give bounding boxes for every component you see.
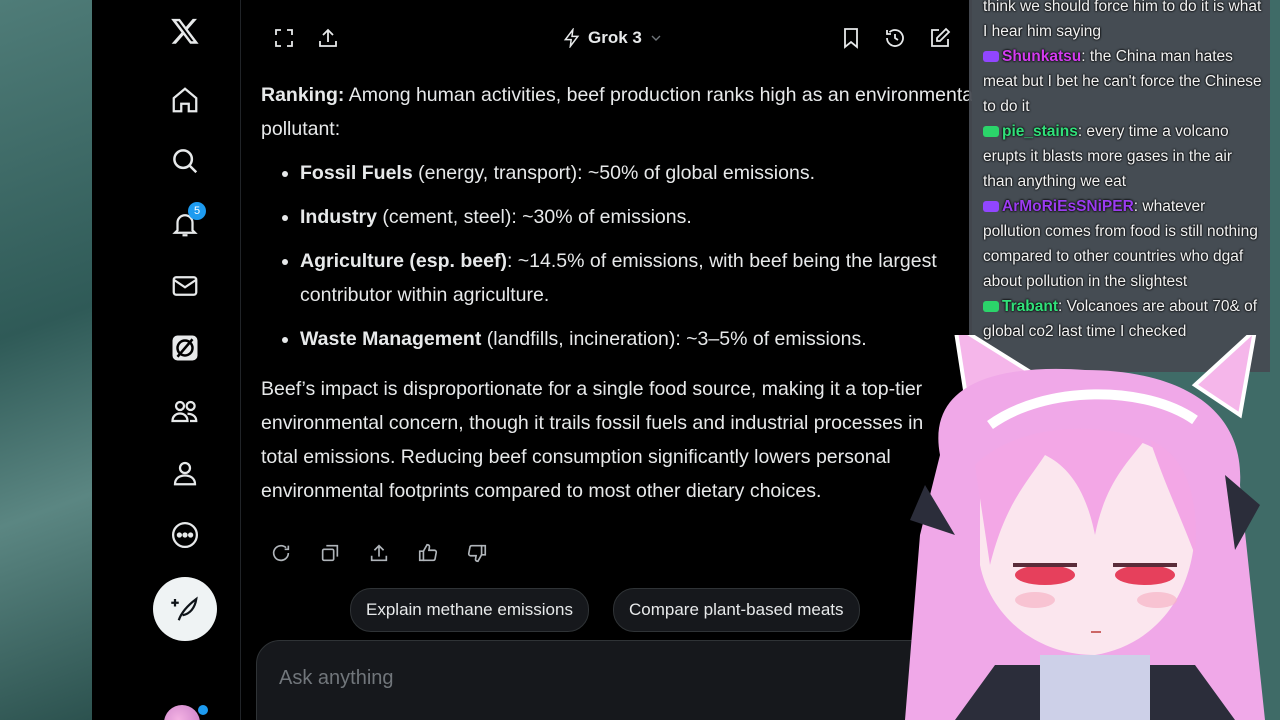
item-text: (cement, steel): ~30% of emissions. — [376, 206, 692, 228]
prompt-box — [256, 640, 958, 720]
new-chat-edit-icon[interactable] — [926, 24, 954, 52]
emissions-list: Fossil Fuels (energy, transport): ~50% o… — [261, 156, 972, 356]
avatar-status-dot — [198, 705, 208, 715]
ask-anything-input[interactable] — [277, 661, 881, 695]
item-label: Waste Management — [300, 328, 482, 350]
chat-username: ArMoRiEsSNiPER — [1002, 198, 1134, 215]
x-grok-app-window: 5 Grok 3 Ranking: Among human activities… — [92, 0, 972, 720]
notification-count-badge: 5 — [188, 202, 206, 220]
chat-username: pie_stains — [1002, 123, 1078, 140]
x-logo-icon[interactable] — [165, 11, 205, 51]
stream-chat-overlay: think we should force him to do it is wh… — [969, 0, 1270, 372]
item-label: Agriculture (esp. beef) — [300, 250, 507, 272]
chat-username: Trabant — [1002, 298, 1058, 315]
suggestion-chip[interactable]: Explain methane emissions — [350, 588, 589, 632]
model-name: Grok 3 — [588, 28, 642, 47]
home-icon[interactable] — [165, 80, 205, 120]
lightning-bolt-icon — [563, 28, 580, 48]
bookmark-icon[interactable] — [837, 24, 865, 52]
regenerate-icon[interactable] — [269, 541, 293, 565]
wallpaper-background — [0, 0, 92, 720]
chat-username: Shunkatsu — [1002, 48, 1082, 65]
chevron-down-icon — [651, 35, 661, 41]
thumbs-down-icon[interactable] — [465, 541, 489, 565]
feather-plus-icon — [171, 596, 198, 621]
item-label: Industry — [300, 206, 377, 228]
summary-paragraph: Beef’s impact is disproportionate for a … — [261, 378, 924, 502]
platform-icon — [983, 126, 999, 138]
share-icon[interactable] — [367, 541, 391, 565]
ranking-intro: Ranking: Among human activities, beef pr… — [261, 78, 972, 146]
compose-post-button[interactable] — [153, 577, 217, 641]
list-item: Industry (cement, steel): ~30% of emissi… — [300, 200, 972, 234]
platform-icon — [983, 51, 999, 63]
expand-icon[interactable] — [270, 24, 298, 52]
list-item: Fossil Fuels (energy, transport): ~50% o… — [300, 156, 972, 190]
item-text: (landfills, incineration): ~3–5% of emis… — [481, 328, 867, 350]
item-label: Fossil Fuels — [300, 162, 413, 184]
share-upload-icon[interactable] — [314, 24, 342, 52]
list-item: Waste Management (landfills, incineratio… — [300, 322, 972, 356]
chat-message-text: think we should force him to do it is wh… — [983, 0, 1262, 40]
item-text: (energy, transport): ~50% of global emis… — [412, 162, 815, 184]
left-sidebar: 5 — [92, 0, 241, 720]
grok-top-bar: Grok 3 — [240, 0, 972, 74]
model-selector[interactable]: Grok 3 — [562, 25, 664, 51]
more-options-icon[interactable] — [165, 515, 205, 555]
response-actions — [269, 541, 489, 565]
chat-message: Shunkatsu: the China man hates meat but … — [983, 44, 1263, 119]
stream-chat-messages: think we should force him to do it is wh… — [983, 0, 1263, 344]
chat-message: pie_stains: every time a volcano erupts … — [983, 119, 1263, 194]
platform-icon — [983, 301, 999, 313]
search-icon[interactable] — [165, 141, 205, 181]
chat-message: ArMoRiEsSNiPER: whatever pollution comes… — [983, 194, 1263, 294]
chat-message: think we should force him to do it is wh… — [983, 0, 1263, 44]
thumbs-up-icon[interactable] — [416, 541, 440, 565]
grok-icon[interactable] — [165, 328, 205, 368]
ranking-label: Ranking: — [261, 84, 345, 106]
grok-response: Ranking: Among human activities, beef pr… — [261, 78, 972, 508]
history-icon[interactable] — [881, 24, 909, 52]
profile-icon[interactable] — [165, 453, 205, 493]
messages-envelope-icon[interactable] — [165, 266, 205, 306]
ranking-text: Among human activities, beef production … — [261, 84, 972, 140]
platform-icon — [983, 201, 999, 213]
copy-icon[interactable] — [318, 541, 342, 565]
vtuber-avatar — [905, 335, 1265, 720]
list-item: Agriculture (esp. beef): ~14.5% of emiss… — [300, 244, 972, 312]
account-avatar[interactable] — [164, 705, 200, 720]
suggestion-chip[interactable]: Compare plant-based meats — [613, 588, 860, 632]
communities-icon[interactable] — [165, 391, 205, 431]
